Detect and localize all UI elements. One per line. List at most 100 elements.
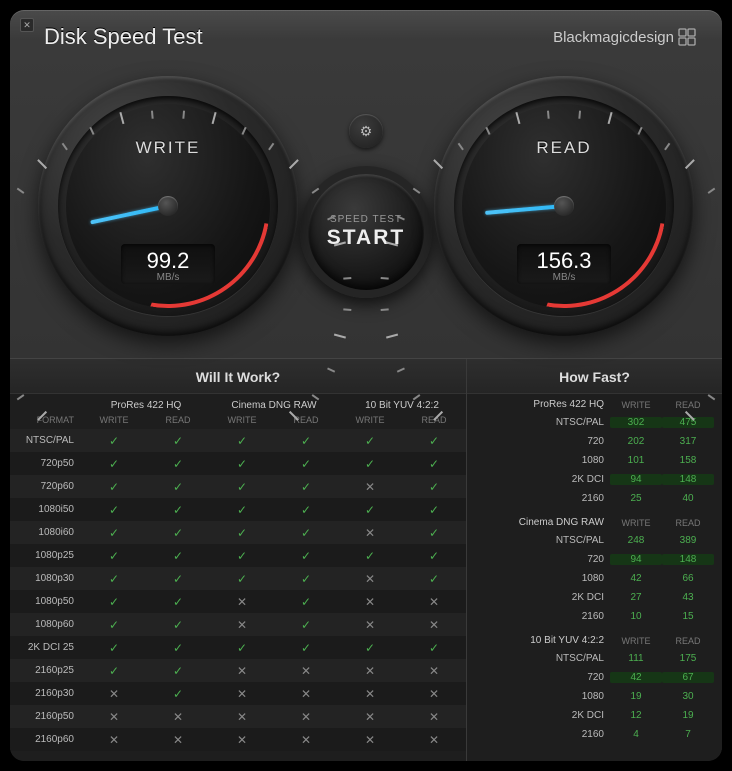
check-icon: ✓	[210, 457, 274, 471]
cross-icon: ✕	[210, 710, 274, 724]
write-speed: 302	[610, 417, 662, 428]
check-icon: ✓	[146, 664, 210, 678]
check-icon: ✓	[146, 480, 210, 494]
check-icon: ✓	[146, 434, 210, 448]
table-row: 2160p60✕✕✕✕✕✕	[10, 728, 466, 751]
speed-row: 2K DCI2743	[467, 588, 722, 607]
resolution-cell: 2K DCI	[475, 710, 610, 721]
resolution-cell: 2K DCI	[475, 592, 610, 603]
cross-icon: ✕	[210, 733, 274, 747]
resolution-cell: 2K DCI	[475, 474, 610, 485]
check-icon: ✓	[402, 549, 466, 563]
speed-row: NTSC/PAL248389	[467, 531, 722, 550]
table-row: 1080p25✓✓✓✓✓✓	[10, 544, 466, 567]
format-cell: 2160p30	[10, 688, 82, 699]
read-speed: 43	[662, 592, 714, 603]
check-icon: ✓	[210, 434, 274, 448]
cross-icon: ✕	[338, 572, 402, 586]
check-icon: ✓	[146, 503, 210, 517]
cross-icon: ✕	[82, 710, 146, 724]
check-icon: ✓	[274, 595, 338, 609]
cross-icon: ✕	[402, 595, 466, 609]
resolution-cell: 720	[475, 554, 610, 565]
cross-icon: ✕	[146, 733, 210, 747]
cross-icon: ✕	[210, 687, 274, 701]
cross-icon: ✕	[210, 664, 274, 678]
check-icon: ✓	[82, 503, 146, 517]
will-it-work-panel: Will It Work? ProRes 422 HQ Cinema DNG R…	[10, 359, 467, 761]
table-row: 1080p30✓✓✓✓✕✓	[10, 567, 466, 590]
write-unit: MB/s	[121, 272, 215, 283]
read-speed: 30	[662, 691, 714, 702]
read-speed: 148	[662, 554, 714, 565]
format-cell: 2K DCI 25	[10, 642, 82, 653]
write-gauge: WRITE 99.2 MB/s	[38, 76, 298, 336]
format-cell: 2160p25	[10, 665, 82, 676]
write-speed: 27	[610, 592, 662, 603]
resolution-cell: 1080	[475, 455, 610, 466]
column-label: WRITE	[610, 400, 662, 410]
check-icon: ✓	[274, 549, 338, 563]
table-row: NTSC/PAL✓✓✓✓✓✓	[10, 429, 466, 452]
speed-row: 10801930	[467, 687, 722, 706]
table-row: 720p50✓✓✓✓✓✓	[10, 452, 466, 475]
gauges-area: WRITE 99.2 MB/s ⚙ SPEED TEST START READ	[10, 58, 722, 358]
header: Disk Speed Test Blackmagicdesign	[10, 10, 722, 58]
table-row: 2K DCI 25✓✓✓✓✓✓	[10, 636, 466, 659]
brand-text: Blackmagicdesign	[553, 29, 674, 46]
start-main-label: START	[327, 226, 405, 250]
table-row: 2160p25✓✓✕✕✕✕	[10, 659, 466, 682]
read-speed: 317	[662, 436, 714, 447]
check-icon: ✓	[274, 618, 338, 632]
column-label: READ	[662, 518, 714, 528]
table-row: 720p60✓✓✓✓✕✓	[10, 475, 466, 498]
write-value-display: 99.2 MB/s	[121, 244, 215, 284]
needle-cap	[554, 196, 574, 216]
write-speed: 10	[610, 611, 662, 622]
check-icon: ✓	[210, 526, 274, 540]
cross-icon: ✕	[402, 664, 466, 678]
group-header: ProRes 422 HQWRITEREAD	[467, 394, 722, 413]
check-icon: ✓	[146, 618, 210, 632]
format-cell: 1080p25	[10, 550, 82, 561]
read-speed: 67	[662, 672, 714, 683]
gear-icon: ⚙	[360, 123, 373, 140]
check-icon: ✓	[82, 457, 146, 471]
check-icon: ✓	[82, 549, 146, 563]
format-cell: 1080p50	[10, 596, 82, 607]
cross-icon: ✕	[338, 526, 402, 540]
read-speed: 7	[662, 729, 714, 740]
check-icon: ✓	[146, 687, 210, 701]
cross-icon: ✕	[338, 595, 402, 609]
write-speed: 94	[610, 474, 662, 485]
codec-col: Cinema DNG RAW	[210, 400, 338, 411]
format-cell: 1080i60	[10, 527, 82, 538]
read-speed: 175	[662, 653, 714, 664]
check-icon: ✓	[274, 434, 338, 448]
cross-icon: ✕	[338, 480, 402, 494]
speed-row: 21601015	[467, 607, 722, 626]
how-fast-panel: How Fast? ProRes 422 HQWRITEREADNTSC/PAL…	[467, 359, 722, 761]
check-icon: ✓	[402, 572, 466, 586]
group-header: Cinema DNG RAWWRITEREAD	[467, 512, 722, 531]
settings-button[interactable]: ⚙	[349, 114, 383, 148]
check-icon: ✓	[82, 641, 146, 655]
check-icon: ✓	[210, 572, 274, 586]
format-cell: 720p50	[10, 458, 82, 469]
read-speed: 389	[662, 535, 714, 546]
write-speed: 94	[610, 554, 662, 565]
cross-icon: ✕	[82, 733, 146, 747]
close-button[interactable]: ✕	[20, 18, 34, 32]
check-icon: ✓	[338, 457, 402, 471]
write-speed: 42	[610, 573, 662, 584]
check-icon: ✓	[274, 526, 338, 540]
resolution-cell: 720	[475, 436, 610, 447]
write-label: WRITE	[38, 138, 298, 158]
speed-row: NTSC/PAL302475	[467, 413, 722, 432]
cross-icon: ✕	[338, 664, 402, 678]
check-icon: ✓	[82, 618, 146, 632]
check-icon: ✓	[146, 457, 210, 471]
table-row: 1080p50✓✓✕✓✕✕	[10, 590, 466, 613]
start-button[interactable]: SPEED TEST START	[300, 166, 432, 298]
codec-col: ProRes 422 HQ	[82, 400, 210, 411]
